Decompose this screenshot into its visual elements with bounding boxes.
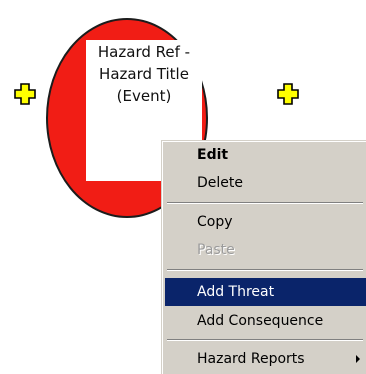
context-menu: Edit Delete Copy Paste Add Threat Add Co… (161, 140, 366, 374)
menu-item-delete[interactable]: Delete (165, 169, 366, 197)
add-threat-connector-icon[interactable] (14, 83, 36, 105)
menu-item-copy[interactable]: Copy (165, 208, 366, 236)
menu-item-edit[interactable]: Edit (165, 141, 366, 169)
submenu-arrow-icon (356, 355, 360, 363)
hazard-label-line: (Event) (116, 87, 172, 105)
add-consequence-connector-icon[interactable] (277, 83, 299, 105)
menu-item-hazard-reports[interactable]: Hazard Reports (165, 345, 366, 373)
menu-item-paste: Paste (197, 242, 235, 258)
menu-item-add-consequence[interactable]: Add Consequence (165, 307, 366, 335)
hazard-label-line: Hazard Title (99, 65, 189, 83)
menu-separator (167, 202, 363, 204)
hazard-label-line: Hazard Ref - (97, 43, 191, 61)
menu-item-add-threat[interactable]: Add Threat (165, 278, 366, 306)
menu-item-hazard-reports-label: Hazard Reports (197, 351, 305, 367)
menu-separator (167, 339, 363, 341)
menu-separator (167, 269, 363, 271)
